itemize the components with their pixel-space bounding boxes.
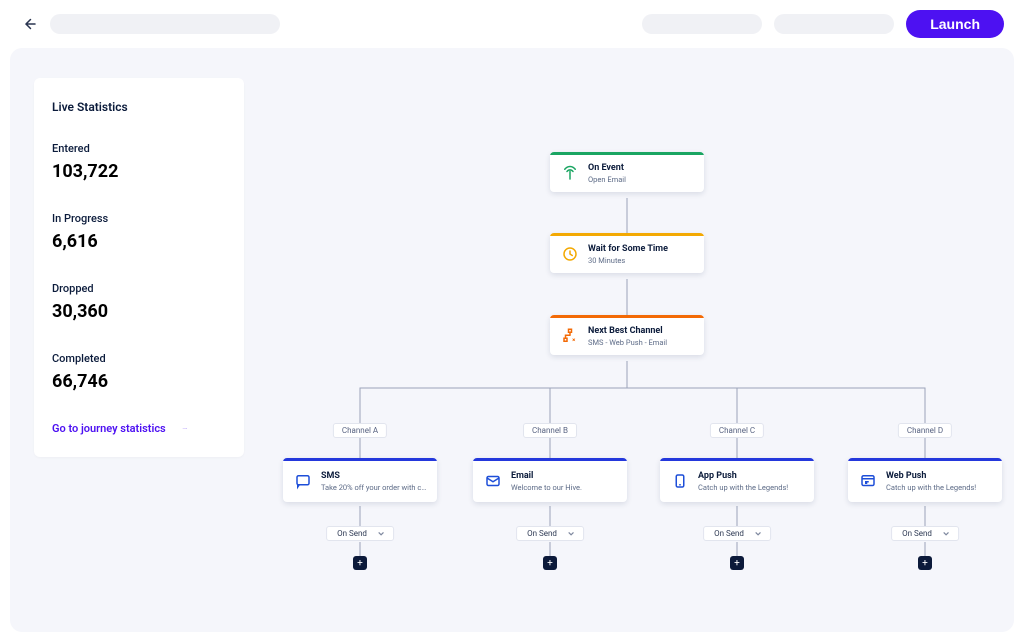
on-send-select-d[interactable]: On Send xyxy=(891,526,959,541)
sms-icon xyxy=(293,471,313,491)
action-placeholder-1 xyxy=(642,14,762,34)
add-step-button-c[interactable]: + xyxy=(730,556,744,570)
node-on-event[interactable]: On Event Open Email xyxy=(550,152,704,192)
stat-value: 66,746 xyxy=(52,371,226,392)
chevron-down-icon xyxy=(567,530,575,538)
channel-tab-c: Channel C xyxy=(710,423,764,438)
back-button[interactable] xyxy=(20,15,38,33)
node-title: Web Push xyxy=(886,471,976,482)
node-channel-web-push[interactable]: Web Push Catch up with the Legends! xyxy=(848,458,1002,502)
node-subtitle: Catch up with the Legends! xyxy=(886,483,976,492)
node-subtitle: Catch up with the Legends! xyxy=(698,483,788,492)
node-best-channel[interactable]: Next Best Channel SMS - Web Push - Email xyxy=(550,315,704,355)
node-title: App Push xyxy=(698,471,788,482)
email-icon xyxy=(483,471,503,491)
add-step-button-a[interactable]: + xyxy=(353,556,367,570)
on-send-label: On Send xyxy=(902,529,932,538)
breadcrumb-placeholder xyxy=(50,14,280,34)
on-send-label: On Send xyxy=(714,529,744,538)
node-subtitle: Open Email xyxy=(588,175,626,184)
chevron-down-icon xyxy=(942,530,950,538)
node-wait[interactable]: Wait for Some Time 30 Minutes xyxy=(550,233,704,273)
stat-value: 30,360 xyxy=(52,301,226,322)
top-bar: Launch xyxy=(0,0,1024,48)
channel-tab-b: Channel B xyxy=(523,423,577,438)
node-subtitle: Take 20% off your order with code ... xyxy=(321,483,429,492)
node-title: Email xyxy=(511,471,582,482)
node-channel-app-push[interactable]: App Push Catch up with the Legends! xyxy=(660,458,814,502)
clock-icon xyxy=(560,244,580,264)
on-send-select-c[interactable]: On Send xyxy=(703,526,771,541)
mobile-icon xyxy=(670,471,690,491)
node-subtitle: 30 Minutes xyxy=(588,256,668,265)
chevron-down-icon xyxy=(754,530,762,538)
on-send-select-a[interactable]: On Send xyxy=(326,526,394,541)
stat-label: Dropped xyxy=(52,282,226,295)
stat-value: 103,722 xyxy=(52,161,226,182)
stat-dropped: Dropped 30,360 xyxy=(52,282,226,322)
broadcast-icon xyxy=(560,163,580,183)
journey-statistics-link[interactable]: Go to journey statistics xyxy=(52,422,226,435)
stat-in-progress: In Progress 6,616 xyxy=(52,212,226,252)
channel-tab-a: Channel A xyxy=(333,423,387,438)
add-step-button-b[interactable]: + xyxy=(543,556,557,570)
browser-icon xyxy=(858,471,878,491)
chevron-down-icon xyxy=(377,530,385,538)
stat-label: In Progress xyxy=(52,212,226,225)
link-label: Go to journey statistics xyxy=(52,422,166,435)
live-statistics-panel: Live Statistics Entered 103,722 In Progr… xyxy=(34,78,244,457)
launch-button[interactable]: Launch xyxy=(906,10,1004,38)
action-placeholder-2 xyxy=(774,14,894,34)
stat-value: 6,616 xyxy=(52,231,226,252)
node-channel-email[interactable]: Email Welcome to our Hive. xyxy=(473,458,627,502)
channel-tab-d: Channel D xyxy=(898,423,952,438)
add-step-button-d[interactable]: + xyxy=(918,556,932,570)
stat-completed: Completed 66,746 xyxy=(52,352,226,392)
stat-entered: Entered 103,722 xyxy=(52,142,226,182)
node-subtitle: SMS - Web Push - Email xyxy=(588,338,667,347)
node-title: Next Best Channel xyxy=(588,326,667,337)
node-title: On Event xyxy=(588,163,626,174)
node-subtitle: Welcome to our Hive. xyxy=(511,483,582,492)
node-channel-sms[interactable]: SMS Take 20% off your order with code ..… xyxy=(283,458,437,502)
node-title: SMS xyxy=(321,471,429,482)
on-send-select-b[interactable]: On Send xyxy=(516,526,584,541)
panel-title: Live Statistics xyxy=(52,100,226,114)
journey-canvas: Live Statistics Entered 103,722 In Progr… xyxy=(10,48,1014,632)
on-send-label: On Send xyxy=(527,529,557,538)
node-title: Wait for Some Time xyxy=(588,244,668,255)
on-send-label: On Send xyxy=(337,529,367,538)
stat-label: Completed xyxy=(52,352,226,365)
branch-icon xyxy=(560,326,580,346)
stat-label: Entered xyxy=(52,142,226,155)
